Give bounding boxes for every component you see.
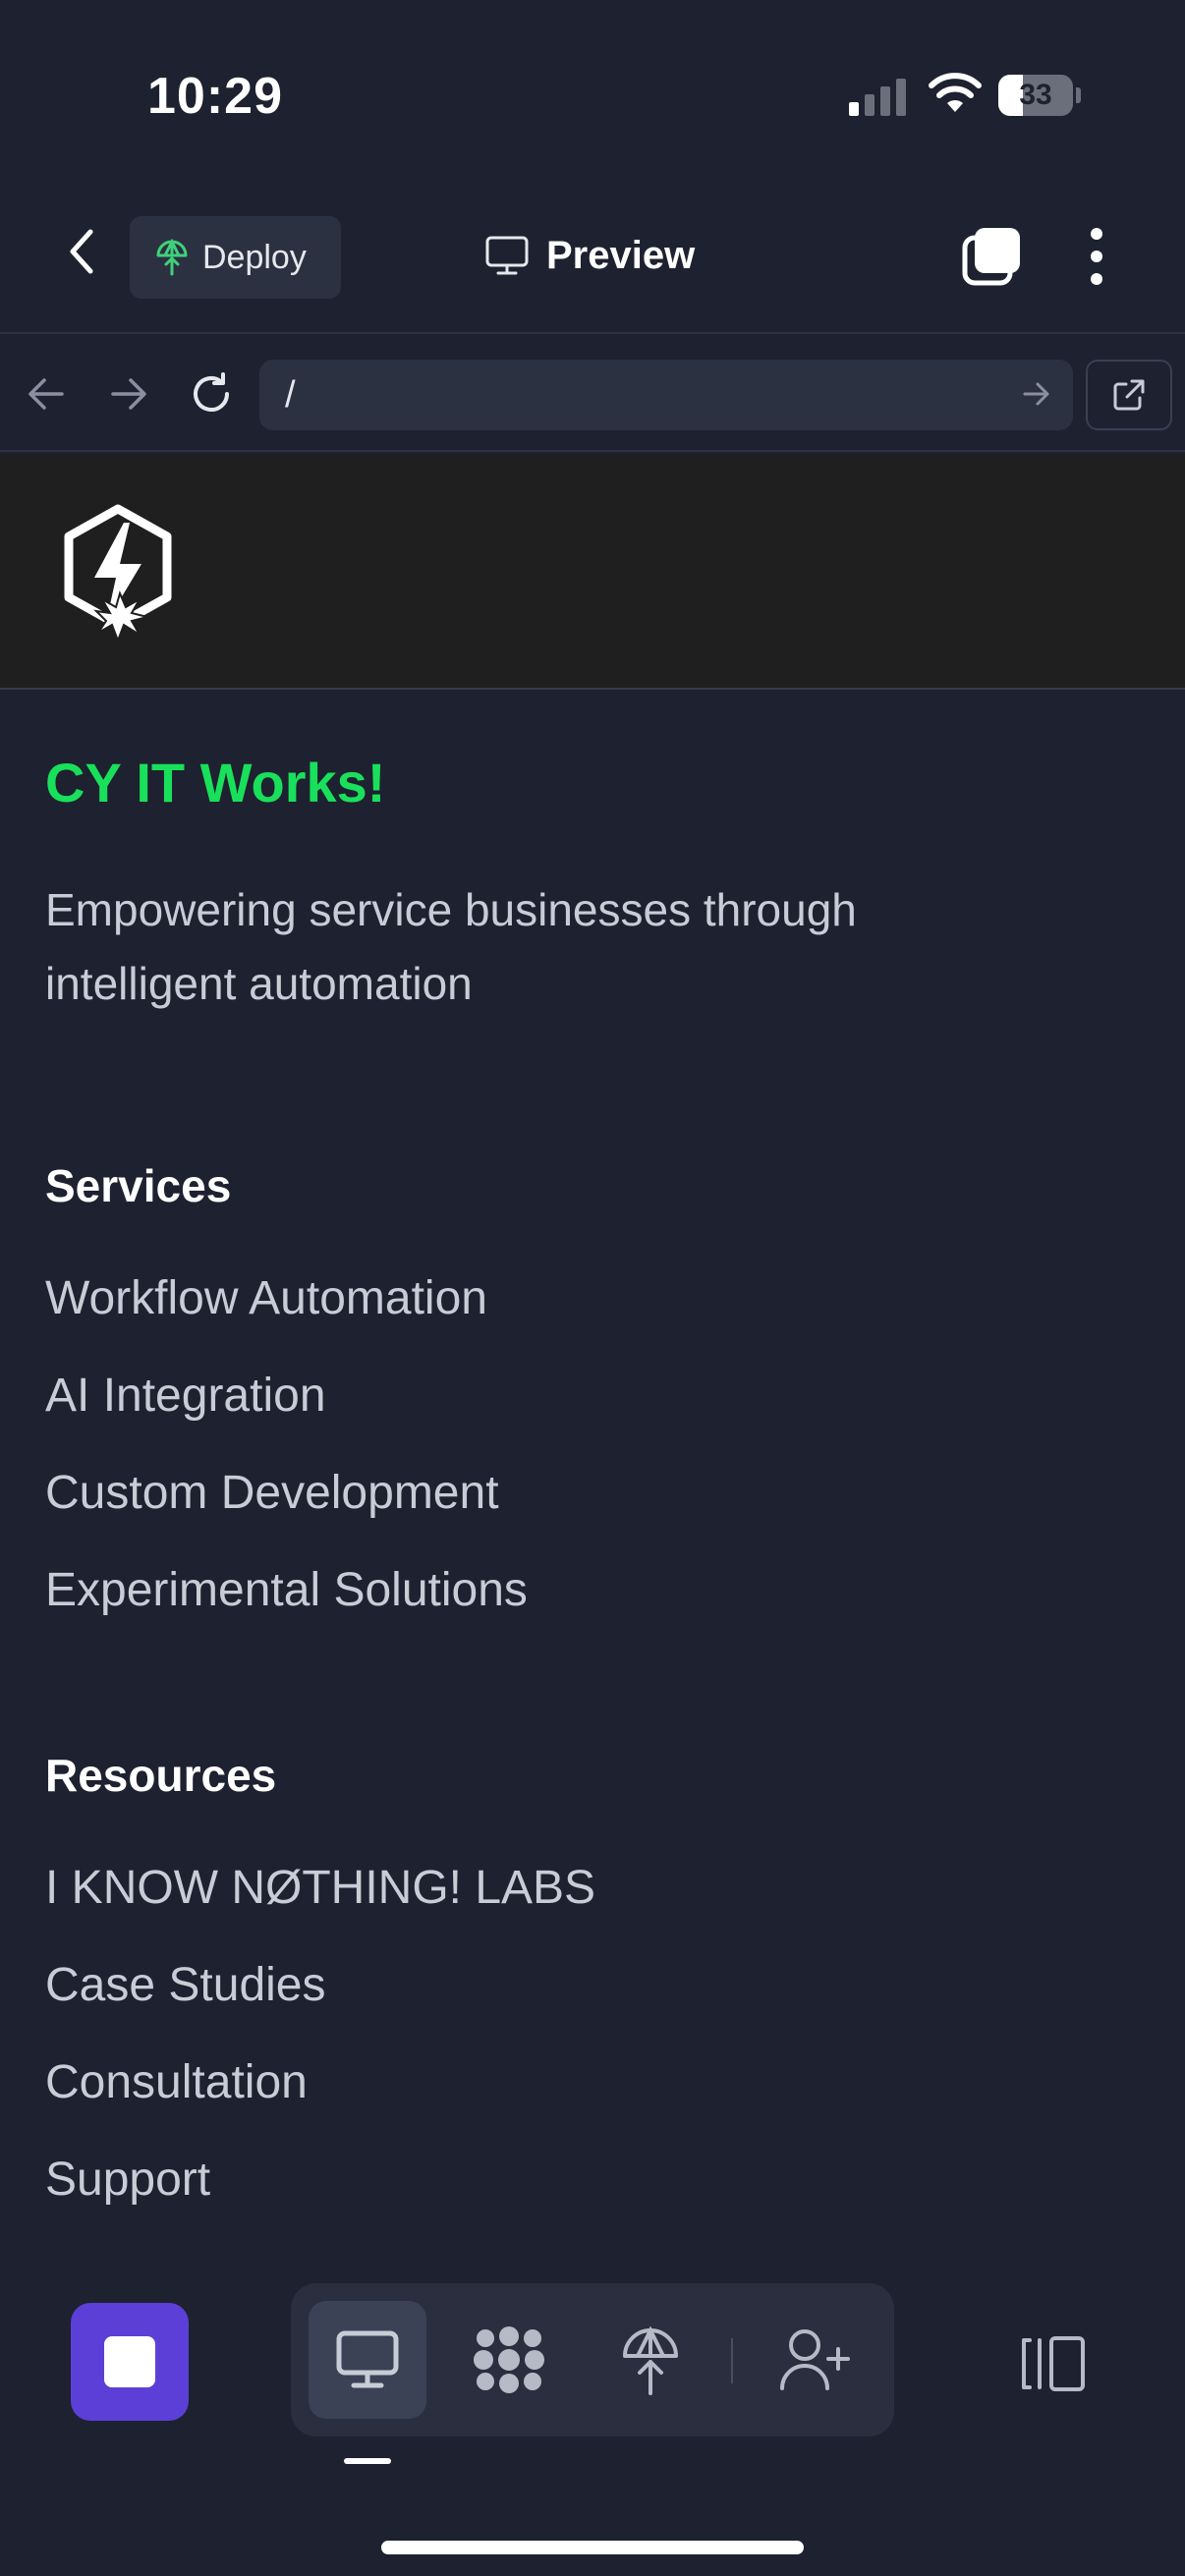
- arrow-left-icon: [28, 378, 64, 410]
- deploy-icon: [156, 239, 188, 276]
- active-tab-indicator: [344, 2458, 391, 2464]
- app-header: Deploy Preview: [0, 187, 1185, 334]
- home-indicator: [381, 2541, 804, 2554]
- toolbar-divider: [731, 2338, 733, 2383]
- agents-icon: [474, 2326, 544, 2393]
- preview-label: Preview: [546, 233, 696, 277]
- link-ai-integration[interactable]: AI Integration: [45, 1369, 326, 1423]
- reload-button[interactable]: [187, 369, 236, 419]
- link-support[interactable]: Support: [45, 2153, 210, 2207]
- tool-preview[interactable]: [309, 2301, 426, 2419]
- link-i-know-nothing-labs[interactable]: I KNOW NØTHING! LABS: [45, 1861, 595, 1915]
- arrow-right-icon: [111, 378, 146, 410]
- view-switcher: [291, 2283, 894, 2436]
- nav-back-button[interactable]: [22, 369, 71, 419]
- browser-nav-bar: [0, 336, 1185, 452]
- external-link-icon: [1113, 379, 1145, 411]
- tool-agents[interactable]: [450, 2301, 568, 2419]
- deploy-icon: [623, 2325, 678, 2395]
- brand-title: CY IT Works!: [45, 752, 386, 813]
- link-custom-development[interactable]: Custom Development: [45, 1466, 499, 1520]
- link-experimental-solutions[interactable]: Experimental Solutions: [45, 1563, 528, 1617]
- cellular-signal-icon: [849, 79, 906, 116]
- tagline: Empowering service businesses through in…: [45, 884, 857, 1009]
- link-consultation[interactable]: Consultation: [45, 2055, 308, 2109]
- link-case-studies[interactable]: Case Studies: [45, 1958, 326, 2012]
- tool-invite-user[interactable]: [757, 2301, 875, 2419]
- stop-button[interactable]: [71, 2303, 189, 2421]
- wifi-icon: [929, 73, 982, 112]
- split-view-button[interactable]: [1016, 2328, 1091, 2399]
- back-button[interactable]: [57, 226, 108, 277]
- status-bar: 10:29 33: [0, 0, 1185, 187]
- preview-title: Preview: [485, 226, 695, 285]
- more-vertical-icon[interactable]: [1081, 226, 1112, 287]
- split-view-icon: [1022, 2336, 1085, 2391]
- monitor-icon: [485, 236, 529, 275]
- deploy-label: Deploy: [202, 238, 307, 276]
- url-input[interactable]: [259, 360, 1073, 430]
- battery-percent: 33: [1019, 79, 1052, 111]
- tabs-icon[interactable]: [961, 226, 1022, 287]
- resources-heading: Resources: [45, 1750, 277, 1801]
- lightning-shield-logo[interactable]: [59, 503, 177, 648]
- bottom-toolbar: [0, 2238, 1185, 2576]
- open-external-button[interactable]: [1086, 360, 1172, 430]
- nav-forward-button[interactable]: [104, 369, 153, 419]
- monitor-icon: [336, 2330, 399, 2388]
- services-heading: Services: [45, 1160, 232, 1211]
- chevron-left-icon: [70, 229, 93, 274]
- reload-icon: [194, 372, 229, 412]
- tool-deploy[interactable]: [592, 2301, 709, 2419]
- arrow-right-icon: [1023, 382, 1049, 406]
- stop-icon: [104, 2336, 155, 2387]
- link-workflow-automation[interactable]: Workflow Automation: [45, 1271, 487, 1325]
- battery-icon: 33: [998, 75, 1081, 116]
- site-header: [0, 454, 1185, 690]
- deploy-button[interactable]: Deploy: [130, 216, 341, 299]
- url-go-button[interactable]: [1012, 369, 1061, 419]
- status-time: 10:29: [147, 68, 283, 125]
- add-user-icon: [780, 2329, 850, 2390]
